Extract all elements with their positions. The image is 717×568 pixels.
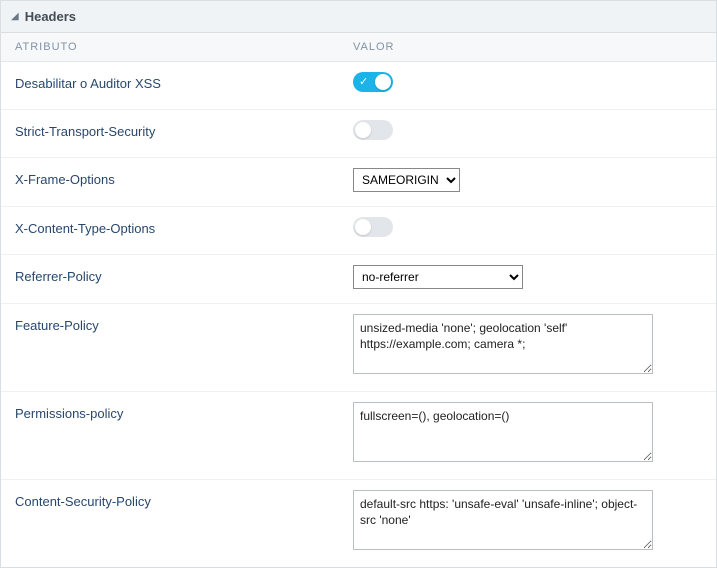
attr-label: Permissions-policy [15,402,353,421]
collapse-caret-icon: ◢ [11,11,19,22]
row-feature-policy: Feature-Policy [1,304,716,392]
row-strict-transport-security: Strict-Transport-Security [1,110,716,158]
toggle-strict-transport-security[interactable] [353,120,393,140]
attr-label: Feature-Policy [15,314,353,333]
select-x-frame-options[interactable]: SAMEORIGIN [353,168,460,192]
textarea-feature-policy[interactable] [353,314,653,374]
panel-title: Headers [25,9,76,24]
textarea-permissions-policy[interactable] [353,402,653,462]
toggle-x-content-type-options[interactable] [353,217,393,237]
row-referrer-policy: Referrer-Policy no-referrer [1,255,716,304]
attr-label: Strict-Transport-Security [15,120,353,139]
headers-panel: ◢ Headers ATRIBUTO VALOR Desabilitar o A… [0,0,717,568]
check-icon: ✓ [359,75,368,89]
column-attribute-label: ATRIBUTO [15,41,353,53]
columns-header: ATRIBUTO VALOR [1,33,716,62]
attr-label: Desabilitar o Auditor XSS [15,72,353,91]
toggle-disable-xss-auditor[interactable]: ✓ [353,72,393,92]
attr-label: X-Frame-Options [15,168,353,187]
row-disable-xss-auditor: Desabilitar o Auditor XSS ✓ [1,62,716,110]
attr-label: X-Content-Type-Options [15,217,353,236]
column-value-label: VALOR [353,41,702,53]
textarea-content-security-policy[interactable] [353,490,653,550]
attr-label: Content-Security-Policy [15,490,353,509]
attr-label: Referrer-Policy [15,265,353,284]
row-content-security-policy: Content-Security-Policy [1,480,716,567]
select-referrer-policy[interactable]: no-referrer [353,265,523,289]
row-permissions-policy: Permissions-policy [1,392,716,480]
row-x-content-type-options: X-Content-Type-Options [1,207,716,255]
panel-header[interactable]: ◢ Headers [1,1,716,33]
row-x-frame-options: X-Frame-Options SAMEORIGIN [1,158,716,207]
